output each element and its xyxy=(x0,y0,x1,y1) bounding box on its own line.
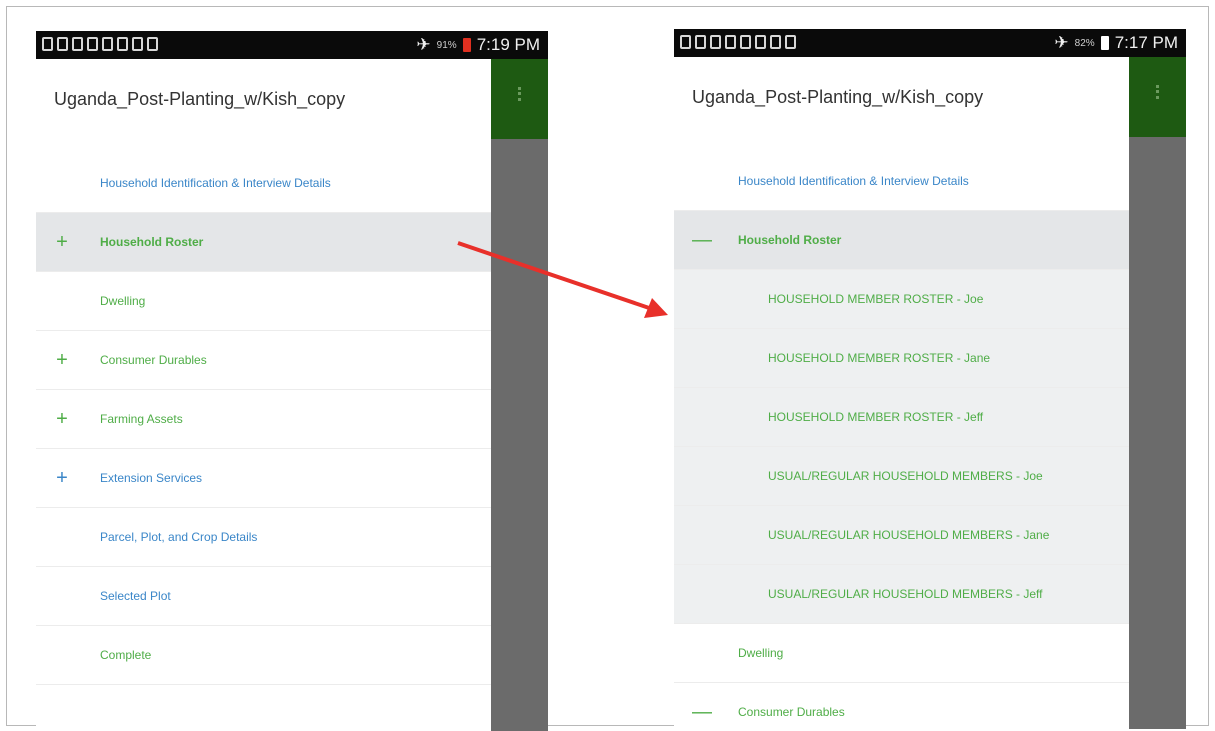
battery-icon xyxy=(462,38,471,52)
notification-icon xyxy=(42,37,53,51)
expand-icon[interactable]: + xyxy=(54,231,70,254)
expand-icon[interactable]: + xyxy=(54,467,70,490)
notification-icon xyxy=(695,35,706,49)
page-title: Uganda_Post-Planting_w/Kish_copy xyxy=(54,89,346,109)
app-header: Uganda_Post-Planting_w/Kish_copy xyxy=(674,57,1129,153)
collapse-icon[interactable]: — xyxy=(692,701,712,724)
section-item[interactable]: Household Identification & Interview Det… xyxy=(674,152,1129,211)
section-item[interactable]: + Consumer Durables xyxy=(36,331,491,390)
notification-icon xyxy=(132,37,143,51)
section-item[interactable]: + Household Roster xyxy=(36,213,491,272)
side-panel xyxy=(491,139,548,731)
section-item[interactable]: — Consumer Durables xyxy=(674,683,1129,729)
collapse-icon[interactable]: — xyxy=(692,229,712,252)
section-item-label: USUAL/REGULAR HOUSEHOLD MEMBERS - Jeff xyxy=(768,587,1043,601)
section-item-label: HOUSEHOLD MEMBER ROSTER - Jeff xyxy=(768,410,984,424)
section-item[interactable]: Parcel, Plot, and Crop Details xyxy=(36,508,491,567)
section-list: Household Identification & Interview Det… xyxy=(36,154,491,685)
section-item-label: Selected Plot xyxy=(100,589,171,603)
section-item-label: Household Roster xyxy=(100,235,204,249)
section-item-label: Dwelling xyxy=(738,646,784,660)
notification-icon xyxy=(117,37,128,51)
notification-icon xyxy=(725,35,736,49)
notification-icon xyxy=(87,37,98,51)
section-item[interactable]: Dwelling xyxy=(674,624,1129,683)
section-item-label: Extension Services xyxy=(100,471,203,485)
battery-percent: 91% xyxy=(436,39,457,51)
section-item[interactable]: Selected Plot xyxy=(36,567,491,626)
section-item-label: Consumer Durables xyxy=(738,705,845,719)
clock: 7:17 PM xyxy=(1114,33,1178,52)
battery-percent: 82% xyxy=(1074,37,1095,49)
section-item-label: USUAL/REGULAR HOUSEHOLD MEMBERS - Joe xyxy=(768,469,1043,483)
page-title: Uganda_Post-Planting_w/Kish_copy xyxy=(692,87,984,107)
more-vert-icon xyxy=(1156,85,1162,99)
section-item-label: USUAL/REGULAR HOUSEHOLD MEMBERS - Jane xyxy=(768,528,1050,542)
left-phone-screen: ✈ 91% 7:19 PM Uganda_Post-Planting_w/Kis… xyxy=(36,31,548,731)
section-item[interactable]: HOUSEHOLD MEMBER ROSTER - Jane xyxy=(674,329,1129,388)
notification-icon xyxy=(710,35,721,49)
section-item-label: HOUSEHOLD MEMBER ROSTER - Jane xyxy=(768,351,991,365)
section-item[interactable]: + Farming Assets xyxy=(36,390,491,449)
notification-icon xyxy=(102,37,113,51)
section-item-label: Household Identification & Interview Det… xyxy=(738,174,969,188)
expand-icon[interactable]: + xyxy=(54,408,70,431)
notification-icon xyxy=(680,35,691,49)
section-item-label: Parcel, Plot, and Crop Details xyxy=(100,530,258,544)
notification-icon xyxy=(740,35,751,49)
section-item-label: Household Roster xyxy=(738,233,842,247)
notification-icon xyxy=(770,35,781,49)
section-item-label: Consumer Durables xyxy=(100,353,207,367)
status-bar: ✈ 91% 7:19 PM xyxy=(36,31,548,59)
notification-icon xyxy=(57,37,68,51)
section-item[interactable]: + Extension Services xyxy=(36,449,491,508)
wifi-icon: ✈ xyxy=(1054,33,1069,52)
section-item[interactable]: — Household Roster xyxy=(674,211,1129,270)
section-item[interactable]: Dwelling xyxy=(36,272,491,331)
notification-icon xyxy=(147,37,158,51)
section-item[interactable]: Complete xyxy=(36,626,491,685)
notification-icon xyxy=(72,37,83,51)
side-panel xyxy=(1129,137,1186,729)
section-item[interactable]: HOUSEHOLD MEMBER ROSTER - Joe xyxy=(674,270,1129,329)
notification-icon xyxy=(785,35,796,49)
section-item-label: Farming Assets xyxy=(100,412,183,426)
overflow-menu-button[interactable] xyxy=(491,59,548,139)
section-item[interactable]: Household Identification & Interview Det… xyxy=(36,154,491,213)
expand-icon[interactable]: + xyxy=(54,349,70,372)
more-vert-icon xyxy=(518,87,524,101)
overflow-menu-button[interactable] xyxy=(1129,57,1186,137)
section-item[interactable]: USUAL/REGULAR HOUSEHOLD MEMBERS - Jeff xyxy=(674,565,1129,624)
section-list: Household Identification & Interview Det… xyxy=(674,152,1129,729)
battery-icon xyxy=(1100,36,1109,50)
notification-icons xyxy=(680,35,796,49)
wifi-icon: ✈ xyxy=(416,35,431,54)
section-item[interactable]: USUAL/REGULAR HOUSEHOLD MEMBERS - Joe xyxy=(674,447,1129,506)
section-item[interactable]: HOUSEHOLD MEMBER ROSTER - Jeff xyxy=(674,388,1129,447)
notification-icons xyxy=(42,37,158,51)
notification-icon xyxy=(755,35,766,49)
section-item-label: Household Identification & Interview Det… xyxy=(100,176,331,190)
status-bar: ✈ 82% 7:17 PM xyxy=(674,29,1186,57)
right-phone-screen: ✈ 82% 7:17 PM Uganda_Post-Planting_w/Kis… xyxy=(674,29,1186,729)
clock: 7:19 PM xyxy=(476,35,540,54)
section-item[interactable]: USUAL/REGULAR HOUSEHOLD MEMBERS - Jane xyxy=(674,506,1129,565)
app-header: Uganda_Post-Planting_w/Kish_copy xyxy=(36,59,491,155)
section-item-label: Complete xyxy=(100,648,152,662)
section-item-label: Dwelling xyxy=(100,294,146,308)
section-item-label: HOUSEHOLD MEMBER ROSTER - Joe xyxy=(768,292,984,306)
